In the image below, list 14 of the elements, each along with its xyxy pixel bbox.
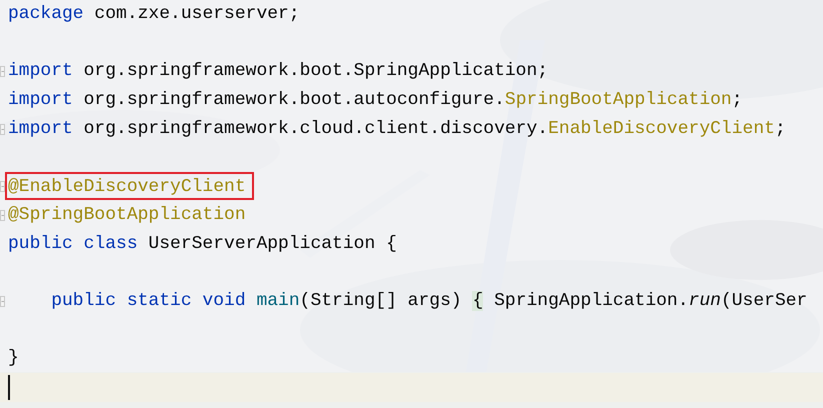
fold-icon[interactable] [0, 66, 5, 78]
text-cursor [8, 374, 10, 400]
fold-icon[interactable] [0, 210, 5, 221]
fold-icon[interactable] [0, 124, 5, 135]
fold-icon[interactable] [0, 296, 5, 307]
code-line: import org.springframework.cloud.client.discovery.EnableDiscoveryClient; [8, 118, 786, 141]
code-line: package com.zxe.userserver; [8, 3, 300, 26]
code-line: @SpringBootApplication [8, 204, 246, 227]
fold-icon[interactable] [0, 181, 5, 192]
code-line: public static void main(String[] args) { SpringApplication.run(UserSer [50, 290, 808, 313]
code-line: import org.springframework.boot.SpringApplication; [8, 60, 548, 84]
code-line: public class UserServerApplication { [8, 232, 397, 256]
code-line: import org.springframework.boot.autoconfigure.SpringBootApplication; [8, 89, 743, 112]
code-line: } [8, 347, 19, 370]
